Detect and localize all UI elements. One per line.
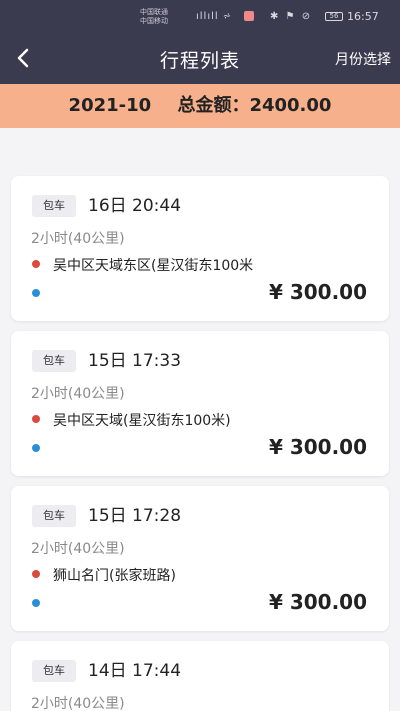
trip-duration: 2小时(40公里) xyxy=(31,231,125,247)
carrier-2: 中国移动 xyxy=(140,17,168,25)
trip-datetime: 16日 20:44 xyxy=(88,196,182,216)
nav-bar: 行程列表 月份选择 xyxy=(0,32,400,84)
trip-card[interactable]: 包车 15日 17:28 2小时(40公里) 狮山名门(张家班路) ¥ 300.… xyxy=(11,486,389,631)
end-dot-icon xyxy=(32,444,40,452)
trip-card[interactable]: 包车 14日 17:44 2小时(40公里) xyxy=(11,641,389,711)
end-dot-icon xyxy=(32,289,40,297)
trip-datetime: 15日 17:28 xyxy=(88,506,182,526)
start-dot-icon xyxy=(32,415,40,423)
trip-datetime: 15日 17:33 xyxy=(88,351,182,371)
trip-start-address: 吴中区天域东区(星汉街东100米 xyxy=(53,258,254,274)
trip-duration: 2小时(40公里) xyxy=(31,541,125,557)
summary-month: 2021-10 xyxy=(68,95,152,116)
trip-card[interactable]: 包车 16日 20:44 2小时(40公里) 吴中区天域东区(星汉街东100米 … xyxy=(11,176,389,321)
trip-datetime: 14日 17:44 xyxy=(88,661,182,681)
notification-icon xyxy=(244,11,254,21)
status-time: 16:57 xyxy=(347,10,379,23)
trip-card[interactable]: 包车 15日 17:33 2小时(40公里) 吴中区天域(星汉街东100米) ¥… xyxy=(11,331,389,476)
status-bar: 中国联通 中国移动 ıllıll ⩫ ✱ ⚑ ⊘ 56 16:57 xyxy=(0,0,400,32)
end-dot-icon xyxy=(32,599,40,607)
start-dot-icon xyxy=(32,260,40,268)
trip-duration: 2小时(40公里) xyxy=(31,696,125,711)
trip-price: ¥ 300.00 xyxy=(268,590,367,614)
trip-price: ¥ 300.00 xyxy=(268,280,367,304)
battery-icon: 56 xyxy=(325,12,343,21)
trip-type-badge: 包车 xyxy=(32,660,76,682)
summary-banner: 2021-10 总金额：2400.00 xyxy=(0,84,400,128)
trip-start-address: 狮山名门(张家班路) xyxy=(53,568,176,584)
summary-total: 总金额：2400.00 xyxy=(177,95,332,116)
carrier-labels: 中国联通 中国移动 xyxy=(140,8,168,26)
carrier-1: 中国联通 xyxy=(140,8,168,16)
month-select-button[interactable]: 月份选择 xyxy=(335,49,391,69)
trip-price: ¥ 300.00 xyxy=(268,435,367,459)
start-dot-icon xyxy=(32,570,40,578)
signal-icon: ıllıll ⩫ xyxy=(196,11,233,22)
trip-type-badge: 包车 xyxy=(32,505,76,527)
system-icons: ✱ ⚑ ⊘ xyxy=(270,11,313,22)
trip-type-badge: 包车 xyxy=(32,195,76,217)
trip-start-address: 吴中区天域(星汉街东100米) xyxy=(53,413,231,429)
trip-duration: 2小时(40公里) xyxy=(31,386,125,402)
trip-type-badge: 包车 xyxy=(32,350,76,372)
